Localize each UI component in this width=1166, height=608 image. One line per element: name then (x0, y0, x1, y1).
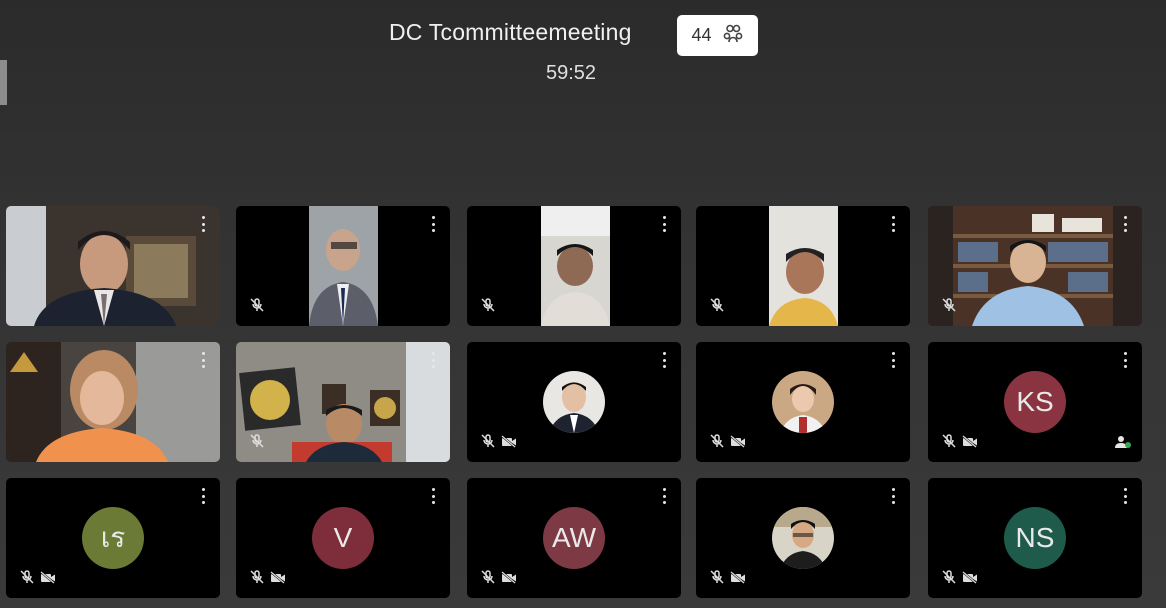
mic-muted-icon (710, 434, 724, 453)
mic-muted-icon (942, 298, 956, 317)
participant-tile-r2c4[interactable] (696, 342, 910, 462)
more-options-icon[interactable] (885, 352, 901, 368)
mic-muted-icon (481, 434, 495, 453)
camera-off-icon (962, 434, 978, 453)
more-options-icon[interactable] (885, 216, 901, 232)
participant-tile-r1c2[interactable] (236, 206, 450, 326)
avatar-initials: NS (1004, 507, 1066, 569)
participant-tile-r3c5[interactable]: NS (928, 478, 1142, 598)
avatar (772, 371, 834, 433)
more-options-icon[interactable] (1117, 488, 1133, 504)
people-group-icon (722, 23, 744, 48)
avatar-initials: AW (543, 507, 605, 569)
participant-tile-r3c3[interactable]: AW (467, 478, 681, 598)
participant-video (309, 206, 378, 326)
avatar-initials: V (312, 507, 374, 569)
camera-off-icon (40, 570, 56, 589)
mic-muted-icon (250, 298, 264, 317)
camera-off-icon (501, 434, 517, 453)
participant-tile-r3c4[interactable] (696, 478, 910, 598)
camera-off-icon (730, 570, 746, 589)
participant-tile-r2c5[interactable]: KS (928, 342, 1142, 462)
participant-tile-r1c3[interactable] (467, 206, 681, 326)
participant-tile-r3c2[interactable]: V (236, 478, 450, 598)
avatar-initials: KS (1004, 371, 1066, 433)
more-options-icon[interactable] (656, 352, 672, 368)
mic-muted-icon (481, 298, 495, 317)
mic-muted-icon (942, 434, 956, 453)
left-panel-handle[interactable] (0, 60, 7, 105)
participant-video (236, 342, 450, 462)
mic-muted-icon (710, 298, 724, 317)
more-options-icon[interactable] (195, 216, 211, 232)
camera-off-icon (730, 434, 746, 453)
mic-muted-icon (942, 570, 956, 589)
participant-video (769, 206, 838, 326)
participant-video (6, 342, 220, 462)
profile-photo (772, 371, 834, 433)
more-options-icon[interactable] (195, 352, 211, 368)
avatar (772, 507, 834, 569)
more-options-icon[interactable] (1117, 216, 1133, 232)
participant-count: 44 (691, 25, 712, 45)
mic-muted-icon (250, 570, 264, 589)
profile-photo (543, 371, 605, 433)
participant-tile-r2c3[interactable] (467, 342, 681, 462)
more-options-icon[interactable] (656, 216, 672, 232)
participant-video (928, 206, 1142, 326)
participant-tile-r2c1[interactable] (6, 342, 220, 462)
more-options-icon[interactable] (425, 352, 441, 368)
mic-muted-icon (710, 570, 724, 589)
mic-muted-icon (20, 570, 34, 589)
more-options-icon[interactable] (195, 488, 211, 504)
avatar-initials: เร (82, 507, 144, 569)
camera-off-icon (962, 570, 978, 589)
more-options-icon[interactable] (656, 488, 672, 504)
participant-tile-r2c2[interactable] (236, 342, 450, 462)
participant-tile-r1c5[interactable] (928, 206, 1142, 326)
more-options-icon[interactable] (425, 216, 441, 232)
camera-off-icon (270, 570, 286, 589)
meeting-title: DC Tcommitteemeeting (389, 19, 632, 45)
participant-video (6, 206, 220, 326)
participant-tile-r1c1[interactable] (6, 206, 220, 326)
more-options-icon[interactable] (1117, 352, 1133, 368)
meeting-timer: 59:52 (546, 62, 597, 84)
avatar (543, 371, 605, 433)
participant-tile-r3c1[interactable]: เร (6, 478, 220, 598)
profile-photo (772, 507, 834, 569)
participants-button[interactable]: 44 (677, 15, 758, 56)
participant-tile-r1c4[interactable] (696, 206, 910, 326)
more-options-icon[interactable] (885, 488, 901, 504)
mic-muted-icon (250, 434, 264, 453)
participant-video (541, 206, 610, 326)
mic-muted-icon (481, 570, 495, 589)
person-status-icon (1115, 435, 1131, 454)
camera-off-icon (501, 570, 517, 589)
more-options-icon[interactable] (425, 488, 441, 504)
